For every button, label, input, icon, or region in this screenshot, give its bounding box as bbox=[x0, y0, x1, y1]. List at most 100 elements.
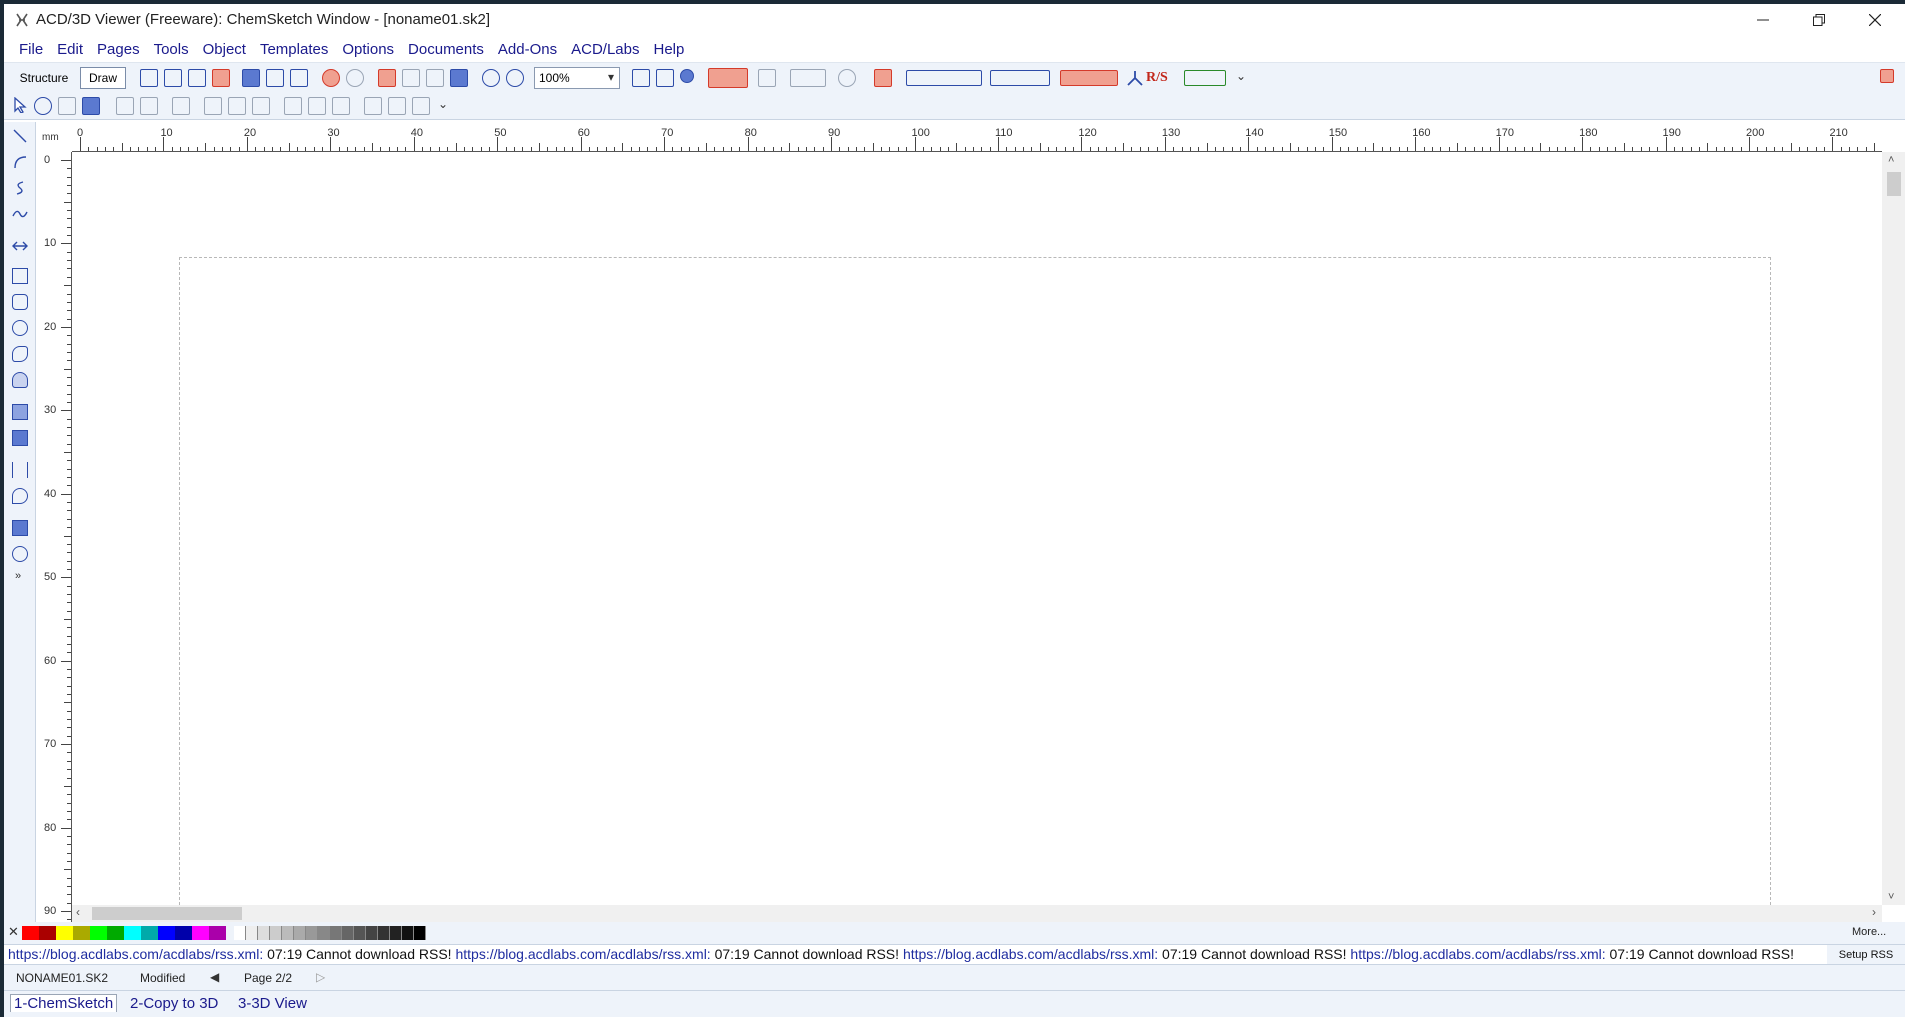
graphics-icon[interactable] bbox=[708, 68, 748, 88]
color-swatch[interactable] bbox=[141, 926, 158, 940]
horizontal-scrollbar[interactable]: ‹ › bbox=[72, 905, 1882, 922]
print-icon[interactable] bbox=[266, 69, 284, 87]
select-arrow-icon[interactable] bbox=[12, 97, 28, 113]
rss-url[interactable]: https://blog.acdlabs.com/acdlabs/rss.xml… bbox=[903, 946, 1162, 962]
lefttb-overflow-icon[interactable]: » bbox=[15, 570, 21, 582]
scroll-right-icon[interactable]: › bbox=[1872, 905, 1876, 919]
rs-label[interactable]: R/S bbox=[1146, 70, 1168, 86]
select-objects-icon[interactable] bbox=[58, 97, 76, 115]
previous-page-icon[interactable]: ◀︎ bbox=[210, 970, 219, 984]
gray-swatch[interactable] bbox=[402, 926, 414, 940]
gray-swatch[interactable] bbox=[282, 926, 294, 940]
vertical-scroll-thumb[interactable] bbox=[1887, 172, 1901, 196]
menu-documents[interactable]: Documents bbox=[401, 41, 491, 58]
gray-swatch[interactable] bbox=[246, 926, 258, 940]
add-ons-icon[interactable] bbox=[1060, 70, 1118, 86]
toolbar-overflow-icon[interactable]: ⌄ bbox=[1236, 69, 1246, 83]
gray-swatch[interactable] bbox=[306, 926, 318, 940]
rss-ticker[interactable]: https://blog.acdlabs.com/acdlabs/rss.xml… bbox=[8, 946, 1794, 962]
scroll-left-icon[interactable]: ‹ bbox=[76, 905, 80, 919]
chemsketch-tools-icon[interactable] bbox=[874, 69, 892, 87]
gray-swatch[interactable] bbox=[366, 926, 378, 940]
tab-chemsketch[interactable]: 1-ChemSketch bbox=[10, 994, 118, 1012]
open-icon[interactable] bbox=[212, 69, 230, 87]
color-icon[interactable] bbox=[680, 69, 694, 83]
color-swatch[interactable] bbox=[56, 926, 73, 940]
align-center-icon[interactable] bbox=[308, 97, 326, 115]
draw-mode-button[interactable]: Draw bbox=[80, 67, 126, 89]
undo-icon[interactable] bbox=[322, 69, 340, 87]
menu-help[interactable]: Help bbox=[647, 41, 692, 58]
menu-add-ons[interactable]: Add-Ons bbox=[491, 41, 564, 58]
bring-front-icon[interactable] bbox=[364, 97, 382, 115]
properties-icon[interactable] bbox=[758, 69, 776, 87]
curve-tool-icon[interactable] bbox=[12, 180, 28, 196]
redo-icon[interactable] bbox=[346, 69, 364, 87]
save-icon[interactable] bbox=[242, 69, 260, 87]
menu-edit[interactable]: Edit bbox=[50, 41, 90, 58]
setup-rss-button[interactable]: Setup RSS bbox=[1827, 945, 1905, 964]
show-page-icon[interactable] bbox=[632, 69, 650, 87]
gray-swatch[interactable] bbox=[354, 926, 366, 940]
select-page-icon[interactable] bbox=[656, 69, 674, 87]
gray-swatch[interactable] bbox=[258, 926, 270, 940]
structure-mode-button[interactable]: Structure bbox=[12, 67, 76, 89]
menu-pages[interactable]: Pages bbox=[90, 41, 147, 58]
rotate-icon[interactable] bbox=[172, 97, 190, 115]
gray-swatch[interactable] bbox=[342, 926, 354, 940]
menu-acdlabs[interactable]: ACD/Labs bbox=[564, 41, 646, 58]
cut-icon[interactable] bbox=[402, 69, 420, 87]
chemspider-icon[interactable] bbox=[990, 70, 1050, 86]
gray-swatch[interactable] bbox=[270, 926, 282, 940]
gray-swatch[interactable] bbox=[330, 926, 342, 940]
drawing-canvas[interactable] bbox=[73, 153, 1882, 905]
align-right-icon[interactable] bbox=[332, 97, 350, 115]
zoom-out-icon[interactable] bbox=[506, 69, 524, 87]
next-page-icon[interactable]: ▷ bbox=[316, 970, 325, 984]
paste-icon[interactable] bbox=[450, 69, 468, 87]
search-icon[interactable] bbox=[838, 69, 856, 87]
scroll-down-icon[interactable]: ˅ bbox=[1888, 891, 1894, 903]
select-text-icon[interactable] bbox=[82, 97, 100, 115]
ellipse-tool-icon[interactable] bbox=[12, 320, 28, 336]
ungroup-icon[interactable] bbox=[228, 97, 246, 115]
rss-url[interactable]: https://blog.acdlabs.com/acdlabs/rss.xml… bbox=[455, 946, 714, 962]
color-swatch[interactable] bbox=[22, 926, 39, 940]
menu-tools[interactable]: Tools bbox=[147, 41, 196, 58]
color-swatch[interactable] bbox=[175, 926, 192, 940]
flip-horizontal-icon[interactable] bbox=[116, 97, 134, 115]
arc-tool-icon[interactable] bbox=[12, 154, 28, 170]
zoom-in-icon[interactable] bbox=[482, 69, 500, 87]
line-tool-icon[interactable] bbox=[12, 128, 28, 144]
order-icon[interactable] bbox=[412, 97, 430, 115]
lock-icon[interactable] bbox=[252, 97, 270, 115]
rss-url[interactable]: https://blog.acdlabs.com/acdlabs/rss.xml… bbox=[1350, 946, 1609, 962]
color-swatch[interactable] bbox=[107, 926, 124, 940]
color-swatch[interactable] bbox=[192, 926, 209, 940]
color-swatch[interactable] bbox=[209, 926, 226, 940]
callout-tool-icon[interactable] bbox=[12, 488, 28, 504]
logp-icon[interactable] bbox=[1184, 70, 1226, 86]
restore-button[interactable] bbox=[1791, 4, 1847, 36]
toolbar2-overflow-icon[interactable]: ⌄ bbox=[438, 97, 448, 111]
color-swatch[interactable] bbox=[158, 926, 175, 940]
menu-object[interactable]: Object bbox=[196, 41, 253, 58]
menu-templates[interactable]: Templates bbox=[253, 41, 335, 58]
color-swatch[interactable] bbox=[39, 926, 56, 940]
close-button[interactable] bbox=[1847, 4, 1903, 36]
align-left-icon[interactable] bbox=[284, 97, 302, 115]
spline-tool-icon[interactable] bbox=[12, 206, 28, 222]
image-tool-icon[interactable] bbox=[12, 520, 28, 536]
send-back-icon[interactable] bbox=[388, 97, 406, 115]
gray-swatch[interactable] bbox=[234, 926, 246, 940]
zoom-tool-icon[interactable] bbox=[12, 546, 28, 562]
horizontal-scroll-thumb[interactable] bbox=[92, 907, 242, 920]
clean-icon[interactable] bbox=[378, 69, 396, 87]
rounded-rect-tool-icon[interactable] bbox=[12, 294, 28, 310]
copy-page-icon[interactable] bbox=[164, 69, 182, 87]
more-colors-button[interactable]: More... bbox=[1852, 926, 1886, 938]
tab-3d-view[interactable]: 3-3D View bbox=[238, 995, 307, 1012]
grid-tool-icon[interactable] bbox=[12, 430, 28, 446]
gray-swatch[interactable] bbox=[378, 926, 390, 940]
gray-swatch[interactable] bbox=[318, 926, 330, 940]
